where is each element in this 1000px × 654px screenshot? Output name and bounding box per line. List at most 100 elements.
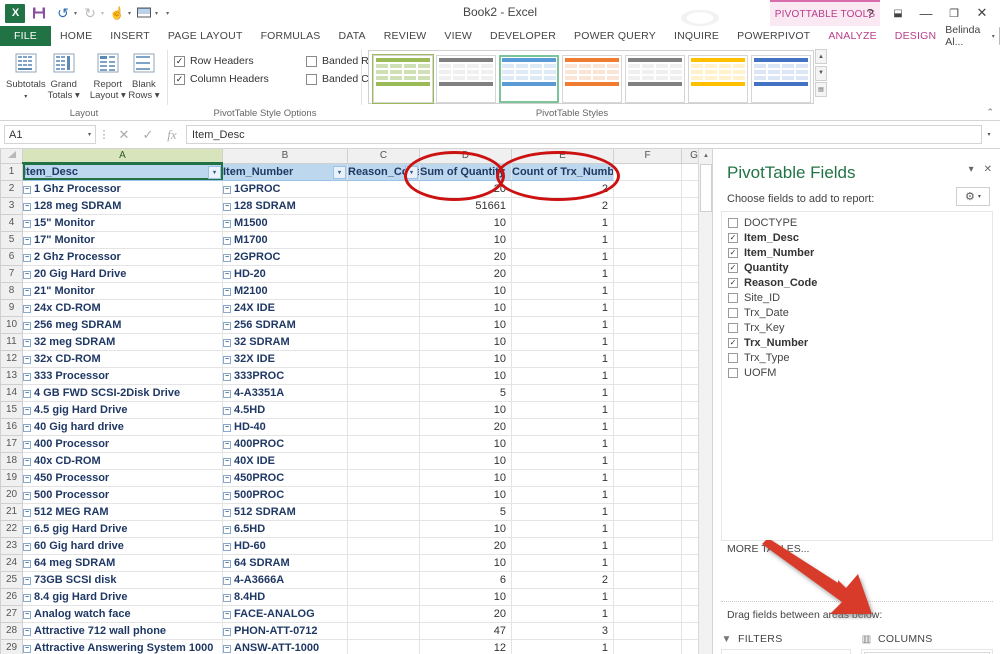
account-caret-icon[interactable]: ▾ [992, 33, 995, 40]
pivottable-style-thumb[interactable] [372, 53, 434, 104]
table-row[interactable]: 29− Attractive Answering System 1000− ANSW… [0, 638, 707, 654]
pivottable-style-thumb[interactable] [625, 54, 685, 103]
cell-item-desc[interactable]: −512 MEG RAM [22, 503, 223, 521]
cell-sum-of-quantity[interactable]: 20 [419, 605, 512, 623]
field-list-tools-button[interactable]: ⚙ ▾ [956, 187, 990, 206]
cell-f[interactable] [613, 231, 682, 249]
tab-power-query[interactable]: POWER QUERY [565, 26, 665, 46]
cell-item-number[interactable]: −6.5HD [222, 520, 348, 538]
cell-c1-reason-code[interactable]: Reason_Code ▾ [347, 163, 420, 181]
expand-collapse-icon[interactable]: − [223, 338, 231, 347]
cell-count-of-trx-number[interactable]: 1 [511, 265, 614, 283]
field-checkbox[interactable]: ✓ [728, 247, 738, 258]
cell-sum-of-quantity[interactable]: 20 [419, 180, 512, 198]
pivottable-style-thumb[interactable] [751, 54, 811, 103]
pivottable-style-thumb[interactable] [562, 54, 622, 103]
row-header[interactable]: 23 [0, 536, 23, 555]
table-row[interactable]: 2−1 Ghz Processor −1GPROC 20 2 [0, 179, 707, 198]
cell-item-desc[interactable]: −32x CD-ROM [22, 350, 223, 368]
expand-collapse-icon[interactable]: − [23, 593, 31, 602]
field-checkbox[interactable] [728, 292, 738, 303]
cell-item-desc[interactable]: − Attractive Answering System 1000 [22, 639, 223, 654]
expand-collapse-icon[interactable]: − [23, 270, 31, 279]
expand-collapse-icon[interactable]: − [23, 372, 31, 381]
row-header[interactable]: 2 [0, 179, 23, 198]
pane-close-icon[interactable]: ✕ [984, 164, 992, 175]
cell-f[interactable] [613, 384, 682, 402]
cell-sum-of-quantity[interactable]: 10 [419, 520, 512, 538]
cell-reason-code[interactable] [347, 520, 420, 538]
expand-collapse-icon[interactable]: − [223, 542, 231, 551]
tab-page-layout[interactable]: PAGE LAYOUT [159, 26, 252, 46]
cell-f[interactable] [613, 605, 682, 623]
row-header[interactable]: 3 [0, 196, 23, 215]
column-headers-checkbox[interactable]: ✓ Column Headers [174, 73, 282, 85]
cell-item-desc[interactable]: −17" Monitor [22, 231, 223, 249]
expand-collapse-icon[interactable]: − [23, 406, 31, 415]
field-list-item[interactable]: UOFM [722, 365, 992, 380]
gallery-scroll-up-icon[interactable]: ▲ [815, 49, 827, 64]
col-header-f[interactable]: F [613, 149, 682, 164]
cell-item-number[interactable]: −500PROC [222, 486, 348, 504]
cell-b1-item-number[interactable]: Item_Number ▾ [222, 163, 348, 181]
cell-item-desc[interactable]: −32 meg SDRAM [22, 333, 223, 351]
cell-item-desc[interactable]: −450 Processor [22, 469, 223, 487]
cell-count-of-trx-number[interactable]: 1 [511, 452, 614, 470]
row-header[interactable]: 15 [0, 400, 23, 419]
row-header[interactable]: 8 [0, 281, 23, 300]
expand-collapse-icon[interactable]: − [223, 525, 231, 534]
expand-collapse-icon[interactable]: − [223, 644, 231, 653]
expand-collapse-icon[interactable]: − [23, 644, 31, 653]
expand-collapse-icon[interactable]: − [23, 627, 31, 636]
cell-sum-of-quantity[interactable]: 10 [419, 333, 512, 351]
tab-developer[interactable]: DEVELOPER [481, 26, 565, 46]
cell-count-of-trx-number[interactable]: 1 [511, 588, 614, 606]
cell-item-desc[interactable]: −400 Processor [22, 435, 223, 453]
expand-collapse-icon[interactable]: − [223, 236, 231, 245]
cell-count-of-trx-number[interactable]: 1 [511, 231, 614, 249]
cell-sum-of-quantity[interactable]: 10 [419, 367, 512, 385]
expand-collapse-icon[interactable]: − [23, 321, 31, 330]
row-header[interactable]: 4 [0, 213, 23, 232]
field-checkbox[interactable]: ✓ [728, 262, 738, 273]
cell-reason-code[interactable] [347, 435, 420, 453]
cell-item-desc[interactable]: −333 Processor [22, 367, 223, 385]
cell-f[interactable] [613, 350, 682, 368]
cell-item-number[interactable]: −64 SDRAM [222, 554, 348, 572]
cell-reason-code[interactable] [347, 367, 420, 385]
field-list-item[interactable]: Trx_Type [722, 350, 992, 365]
cell-item-number[interactable]: − ANSW-ATT-1000 [222, 639, 348, 654]
cell-item-number[interactable]: − HD-40 [222, 418, 348, 436]
cell-reason-code[interactable] [347, 180, 420, 198]
reason-code-filter-icon[interactable]: ▾ [405, 165, 418, 179]
field-list-item[interactable]: ✓ Reason_Code [722, 275, 992, 290]
cell-item-number[interactable]: −32X IDE [222, 350, 348, 368]
cell-reason-code[interactable] [347, 418, 420, 436]
cell-f[interactable] [613, 367, 682, 385]
cell-f[interactable] [613, 214, 682, 232]
cell-reason-code[interactable] [347, 248, 420, 266]
scroll-up-icon[interactable]: ▲ [699, 149, 712, 163]
table-row[interactable]: 18−40x CD-ROM −40X IDE 10 1 [0, 451, 707, 470]
expand-collapse-icon[interactable]: − [23, 542, 31, 551]
expand-collapse-icon[interactable]: − [223, 576, 231, 585]
cell-sum-of-quantity[interactable]: 10 [419, 350, 512, 368]
cell-sum-of-quantity[interactable]: 20 [419, 248, 512, 266]
cell-count-of-trx-number[interactable]: 1 [511, 282, 614, 300]
table-row[interactable]: 24−64 meg SDRAM −64 SDRAM 10 1 [0, 553, 707, 572]
cell-f[interactable] [613, 588, 682, 606]
cell-count-of-trx-number[interactable]: 1 [511, 469, 614, 487]
pane-options-caret-icon[interactable]: ▾ [969, 164, 974, 175]
cell-item-desc[interactable]: −73GB SCSI disk [22, 571, 223, 589]
tab-analyze[interactable]: ANALYZE [819, 26, 885, 46]
cell-f[interactable] [613, 537, 682, 555]
worksheet-grid[interactable]: A B C D E F G 1 Item_Desc ▾ Item_Number ▾ Rea… [0, 149, 712, 654]
table-row[interactable]: 27− Analog watch face − FACE-ANALOG 20 1 [0, 604, 707, 623]
table-row[interactable]: 8−21" Monitor − M2100 10 1 [0, 281, 707, 300]
cell-sum-of-quantity[interactable]: 10 [419, 316, 512, 334]
cell-f[interactable] [613, 520, 682, 538]
row-header[interactable]: 17 [0, 434, 23, 453]
row-header[interactable]: 13 [0, 366, 23, 385]
row-header[interactable]: 27 [0, 604, 23, 623]
field-checkbox[interactable] [728, 217, 738, 228]
